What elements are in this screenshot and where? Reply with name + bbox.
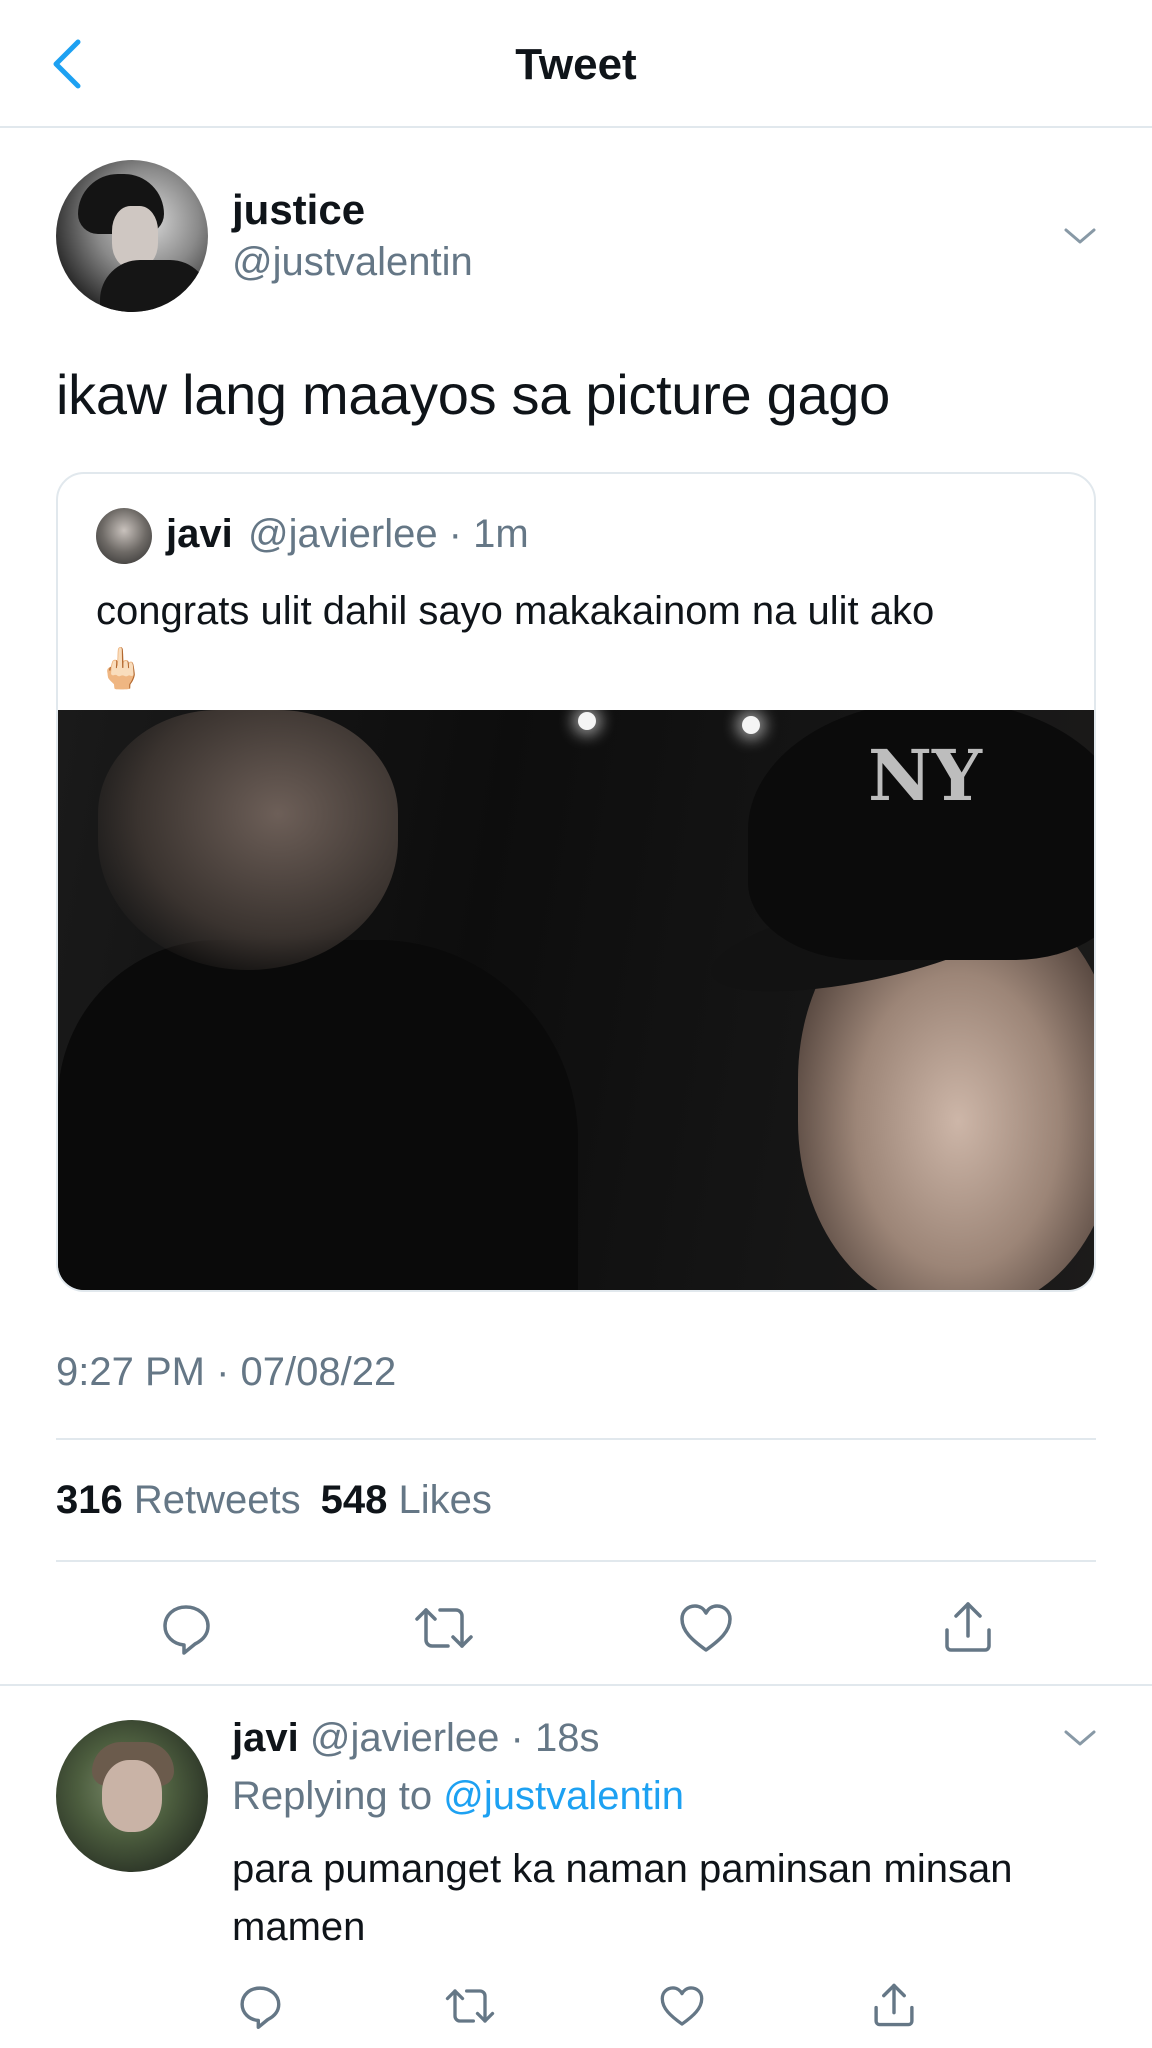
quoted-emoji: 🖕🏻 (96, 647, 146, 691)
author-avatar[interactable] (56, 160, 208, 312)
retweet-button[interactable] (412, 1596, 476, 1660)
likes-label: Likes (398, 1478, 492, 1522)
author-name[interactable]: justice (232, 186, 365, 234)
chevron-down-icon[interactable] (1062, 1726, 1098, 1750)
like-icon (680, 1604, 732, 1652)
reply-author-avatar[interactable] (56, 1720, 208, 1872)
author-handle[interactable]: @justvalentin (232, 240, 473, 285)
replying-prefix: Replying to (232, 1774, 433, 1818)
likes-stat[interactable]: 548 Likes (321, 1478, 492, 1523)
share-button[interactable] (936, 1594, 1000, 1660)
retweet-icon (415, 1608, 473, 1648)
quoted-author-name: javi (166, 512, 233, 556)
reply-icon (163, 1605, 210, 1655)
likes-count: 548 (320, 1478, 388, 1522)
section-divider (0, 1684, 1152, 1686)
reply-retweet-button[interactable] (442, 1978, 498, 2034)
divider (56, 1560, 1096, 1562)
share-icon (874, 1983, 914, 2027)
divider (56, 1438, 1096, 1440)
reply-author-meta: @javierlee · 18s (309, 1716, 600, 1760)
quoted-photo[interactable]: NY (58, 710, 1094, 1290)
replying-to-line: Replying to @justvalentin (232, 1774, 684, 1819)
quoted-tweet[interactable]: javi @javierlee · 1m congrats ulit dahil… (56, 472, 1096, 1292)
reply-like-button[interactable] (654, 1978, 710, 2034)
like-icon (660, 1986, 704, 2026)
reply-reply-button[interactable] (232, 1978, 288, 2034)
retweets-stat[interactable]: 316 Retweets (56, 1478, 301, 1523)
page-title: Tweet (515, 40, 637, 89)
reply-icon (240, 1986, 281, 2029)
reply-header: javi @javierlee · 18s (232, 1716, 599, 1761)
share-icon (945, 1602, 991, 1652)
quoted-author-avatar[interactable] (96, 508, 152, 564)
quoted-tweet-text: congrats ulit dahil sayo makakainom na u… (96, 582, 1076, 698)
engagement-stats: 316 Retweets 548 Likes (56, 1478, 492, 1523)
chevron-down-icon[interactable] (1062, 224, 1098, 248)
retweet-icon (445, 1989, 495, 2023)
retweets-label: Retweets (133, 1478, 301, 1522)
quoted-author-meta: @javierlee · 1m (248, 512, 529, 556)
retweets-count: 316 (56, 1478, 123, 1522)
tweet-timestamp: 9:27 PM · 07/08/22 (56, 1350, 397, 1394)
replying-mention-link[interactable]: @justvalentin (443, 1774, 684, 1818)
tweet-text: ikaw lang maayos sa picture gago (56, 363, 890, 426)
quoted-text-line: congrats ulit dahil sayo makakainom na u… (96, 589, 935, 633)
reply-text: para pumanget ka naman paminsan minsan m… (232, 1847, 1013, 1949)
reply-share-button[interactable] (866, 1976, 922, 2034)
like-button[interactable] (674, 1596, 738, 1660)
reply-button[interactable] (154, 1596, 218, 1660)
navigation-bar: Tweet (0, 0, 1152, 128)
reply-author-name[interactable]: javi (232, 1716, 299, 1760)
cap-logo: NY (868, 734, 982, 817)
